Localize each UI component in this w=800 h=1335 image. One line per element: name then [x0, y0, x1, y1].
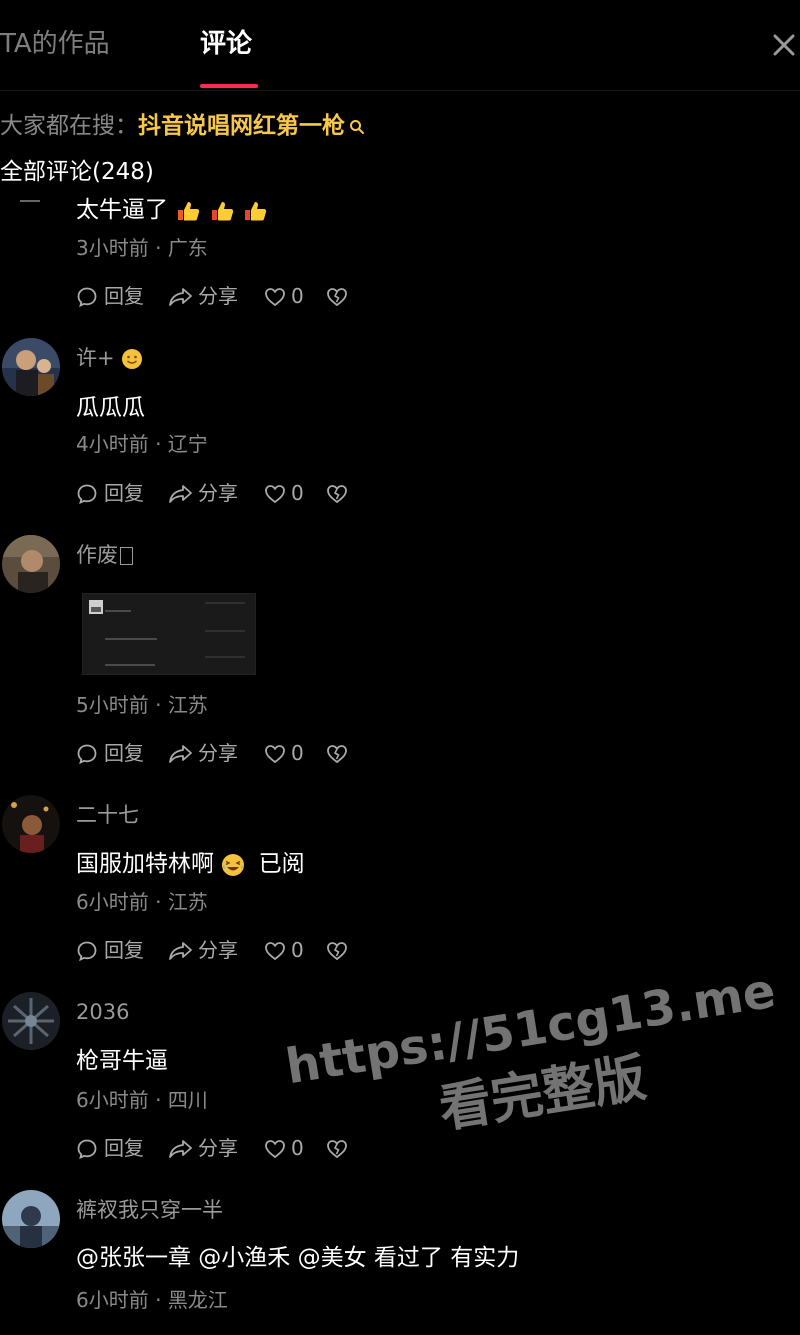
like-count: 0: [291, 741, 304, 765]
reply-icon: [77, 744, 97, 765]
reply-label: 回复: [104, 741, 144, 765]
trending-search-term[interactable]: 抖音说唱网红第一枪: [138, 113, 345, 139]
share-icon: [169, 745, 192, 763]
like-count: 0: [291, 284, 304, 308]
like-count: 0: [291, 938, 304, 962]
comment-text-suffix: 已阅: [258, 851, 305, 877]
broken-heart-icon: [327, 942, 347, 961]
comment-actions: 回复 分享 0: [76, 739, 376, 767]
like-count: 0: [291, 481, 304, 505]
broken-heart-icon: [327, 485, 347, 504]
search-icon: [349, 112, 365, 144]
share-label: 分享: [198, 481, 238, 505]
dislike-button[interactable]: [326, 739, 350, 767]
comment-text: 枪哥牛逼: [76, 1048, 168, 1074]
comment-meta: 6小时前 · 黑龙江: [76, 1288, 228, 1312]
broken-heart-icon: [327, 745, 347, 764]
reply-icon: [77, 1139, 97, 1160]
comment-username[interactable]: 许+: [76, 346, 115, 370]
reply-icon: [77, 287, 97, 308]
broken-heart-icon: [327, 288, 347, 307]
reply-label: 回复: [104, 938, 144, 962]
comment-time: 3小时前: [76, 236, 149, 260]
comment-username[interactable]: 裤衩我只穿一半: [76, 1196, 223, 1224]
comment-actions: 回复 分享 0: [76, 282, 376, 310]
heart-icon: [265, 942, 285, 961]
comment-time: 6小时前: [76, 1088, 149, 1112]
thumbs-up-icon: [211, 201, 233, 220]
comment-count: 全部评论(248): [0, 159, 154, 185]
comment-time: 6小时前: [76, 890, 149, 914]
avatar[interactable]: [2, 795, 60, 853]
thumbs-up-icon: [178, 201, 200, 220]
dislike-button[interactable]: [326, 479, 350, 507]
comment-image[interactable]: [82, 593, 256, 675]
comment-text: 国服加特林啊: [76, 851, 214, 877]
share-icon: [169, 288, 192, 306]
comment-text-row: 国服加特林啊 已阅: [76, 848, 305, 880]
image-thumb-icon: [89, 600, 103, 614]
unknown-glyph-icon: [120, 547, 133, 565]
thumbs-up-icon: [244, 201, 267, 220]
comment-text: @张张一章 @小渔禾 @美女 看过了 有实力: [76, 1245, 520, 1271]
share-label: 分享: [198, 1136, 238, 1160]
comment-location: 黑龙江: [167, 1288, 228, 1312]
avatar[interactable]: [2, 535, 60, 593]
share-label: 分享: [198, 284, 238, 308]
avatar[interactable]: [2, 338, 60, 396]
tab-active-indicator: [200, 84, 258, 88]
watermark: https://51cg13.me 看完整版: [282, 963, 779, 1227]
tab-comments[interactable]: 评论: [200, 26, 252, 62]
trending-search[interactable]: 大家都在搜：抖音说唱网红第一枪: [0, 110, 365, 144]
reply-icon: [77, 941, 97, 962]
share-icon: [169, 1140, 192, 1158]
laugh-cry-icon: [222, 853, 245, 876]
comment-location: 江苏: [167, 890, 208, 914]
trending-search-label: 大家都在搜：: [0, 113, 138, 139]
comment-actions: 回复 分享 0: [76, 936, 376, 964]
comment-username[interactable]: 二十七: [76, 801, 139, 829]
reply-label: 回复: [104, 284, 144, 308]
comment-username[interactable]: 作废: [76, 543, 118, 567]
comment-meta: 6小时前 · 江苏: [76, 890, 208, 914]
heart-icon: [265, 485, 285, 504]
comment-meta: 3小时前 · 广东: [76, 236, 208, 260]
heart-icon: [265, 1140, 285, 1159]
avatar[interactable]: [2, 1190, 60, 1248]
comment-location: 辽宁: [167, 432, 208, 456]
comment-actions: 回复 分享 0: [76, 479, 376, 507]
tab-bar: TA的作品 评论: [0, 0, 800, 91]
comment-meta: 4小时前 · 辽宁: [76, 432, 208, 456]
comment-time: 6小时前: [76, 1288, 149, 1312]
reply-icon: [77, 484, 97, 505]
heart-icon: [265, 745, 285, 764]
comment-text: 太牛逼了: [76, 197, 168, 223]
comment-username-row: 许+: [76, 344, 143, 372]
comment-location: 江苏: [167, 693, 208, 717]
comment-meta: 6小时前 · 四川: [76, 1088, 208, 1112]
reply-label: 回复: [104, 1136, 144, 1160]
comment-time: 4小时前: [76, 432, 149, 456]
dislike-button[interactable]: [326, 936, 350, 964]
comment-username-row: 作废: [76, 541, 133, 569]
avatar-edge: [20, 200, 40, 202]
heart-icon: [265, 288, 285, 307]
share-icon: [169, 942, 192, 960]
comment-text-row: 太牛逼了: [76, 194, 268, 226]
comment-time: 5小时前: [76, 693, 149, 717]
comment-meta: 5小时前 · 江苏: [76, 693, 208, 717]
comment-location: 广东: [167, 236, 208, 260]
share-label: 分享: [198, 938, 238, 962]
avatar[interactable]: [2, 992, 60, 1050]
comment-location: 四川: [167, 1088, 208, 1112]
share-icon: [169, 485, 192, 503]
reply-label: 回复: [104, 481, 144, 505]
smile-icon: [122, 349, 143, 369]
close-icon[interactable]: [770, 28, 798, 62]
tab-works[interactable]: TA的作品: [0, 26, 110, 62]
dislike-button[interactable]: [326, 282, 350, 310]
comment-username[interactable]: 2036: [76, 998, 129, 1026]
share-label: 分享: [198, 741, 238, 765]
comment-text: 瓜瓜瓜: [76, 395, 145, 421]
